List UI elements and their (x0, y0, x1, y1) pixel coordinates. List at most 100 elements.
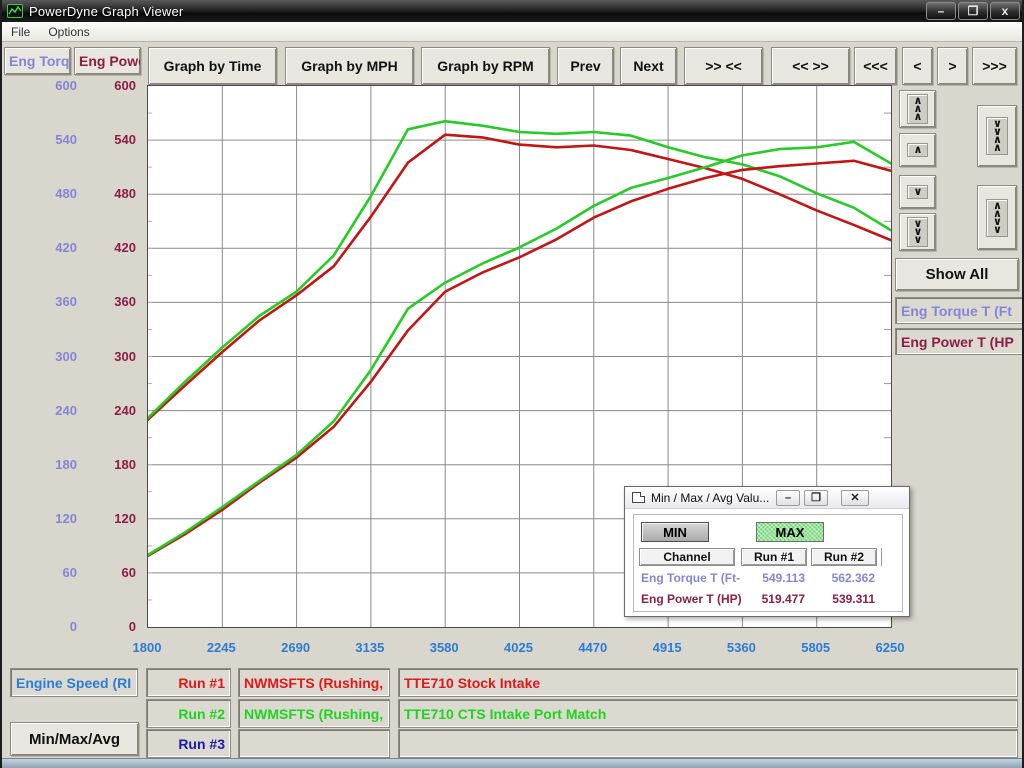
y-axis-tick-label: 540 (20, 132, 77, 148)
y-axis-tick-label: 240 (88, 403, 136, 419)
tab-eng-torque[interactable]: Eng Torq (4, 47, 71, 75)
up-chevron-icon: ∧ (907, 143, 929, 157)
y-axis-tick-label: 0 (88, 619, 136, 635)
y-scroll-up-button[interactable]: ∧ (899, 133, 936, 167)
x-axis-tick-label: 1800 (112, 640, 182, 655)
minmax-row-torque-run2: 562.362 (811, 571, 875, 585)
app-icon (7, 4, 23, 18)
y-axis-tick-label: 360 (88, 294, 136, 310)
window-bottom-edge (2, 758, 1024, 768)
run3-source-field (238, 729, 390, 758)
title-bar: PowerDyne Graph Viewer – ❐ x (2, 0, 1024, 22)
window-controls: – ❐ x (924, 2, 1020, 20)
minmax-row-power-channel: Eng Power T (HP) (641, 592, 741, 606)
y-axis-tick-label: 60 (88, 565, 136, 581)
max-button[interactable]: MAX (756, 522, 824, 542)
run3-description-field (398, 729, 1018, 758)
x-axis-tick-label: 5360 (706, 640, 776, 655)
minmax-window-title: Min / Max / Avg Valu... (651, 491, 769, 505)
y-zoom-in-button[interactable]: ∨ ∨ ∧ ∧ (977, 105, 1017, 167)
y-scroll-down-fast-button[interactable]: ∨ ∨ ∨ (899, 213, 936, 251)
x-axis-tick-label: 3135 (335, 640, 405, 655)
x-axis-tick-label: 4915 (632, 640, 702, 655)
x-axis-tick-label: 2690 (261, 640, 331, 655)
scroll-far-left-button[interactable]: <<< (854, 47, 897, 85)
run2-label: Run #2 (146, 699, 231, 728)
x-axis-ticks: 1800224526903135358040254470491553605805… (147, 640, 892, 658)
x-axis-channel-field: Engine Speed (RI (10, 668, 138, 697)
tab-eng-power[interactable]: Eng Powe (74, 47, 141, 75)
minmax-row-power-run2: 539.311 (811, 592, 875, 606)
y-zoom-out-button[interactable]: ∧ ∧ ∨ ∨ (977, 185, 1017, 250)
document-icon (632, 492, 645, 503)
min-button[interactable]: MIN (641, 522, 709, 542)
y-axis-power-ticks: 060120180240300360420480540600 (88, 85, 136, 628)
expand-chevrons-icon: ∧ ∧ ∨ ∨ (986, 199, 1008, 237)
menu-file[interactable]: File (2, 23, 39, 41)
y-axis-tick-label: 300 (88, 349, 136, 365)
y-axis-tick-label: 420 (20, 240, 77, 256)
y-scroll-down-button[interactable]: ∨ (899, 175, 936, 209)
close-icon[interactable]: x (990, 2, 1020, 20)
y-scroll-up-fast-button[interactable]: ∧ ∧ ∧ (899, 90, 936, 128)
column-header-run1: Run #1 (741, 548, 807, 566)
minmax-window: Min / Max / Avg Valu... – ❐ ✕ MIN MAX Ch… (624, 486, 910, 617)
x-axis-tick-label: 4470 (558, 640, 628, 655)
down-chevron-icon: ∨ (907, 185, 929, 199)
run1-description-field: TTE710 Stock Intake (398, 668, 1018, 697)
run2-description-field: TTE710 CTS Intake Port Match (398, 699, 1018, 728)
graph-by-mph-button[interactable]: Graph by MPH (285, 47, 414, 85)
column-header-run2: Run #2 (811, 548, 877, 566)
graph-by-rpm-button[interactable]: Graph by RPM (421, 47, 550, 85)
x-axis-tick-label: 2245 (186, 640, 256, 655)
x-axis-tick-label: 3580 (409, 640, 479, 655)
minmaxavg-button[interactable]: Min/Max/Avg (10, 722, 139, 756)
minmax-close-icon[interactable]: ✕ (841, 490, 869, 506)
app-window: PowerDyne Graph Viewer – ❐ x File Option… (0, 0, 1024, 768)
zoom-out-button[interactable]: << >> (771, 47, 850, 85)
run3-label: Run #3 (146, 729, 231, 758)
show-all-button[interactable]: Show All (895, 258, 1019, 291)
y-axis-tick-label: 480 (88, 186, 136, 202)
next-button[interactable]: Next (620, 47, 677, 85)
y-axis-torque-ticks: 060120180240300360420480540600 (20, 85, 77, 628)
scroll-left-button[interactable]: < (902, 47, 933, 85)
y-axis-tick-label: 300 (20, 349, 77, 365)
run1-source-field: NWMSFTS (Rushing, (238, 668, 390, 697)
y-axis-tick-label: 360 (20, 294, 77, 310)
y-axis-tick-label: 120 (20, 511, 77, 527)
scroll-far-right-button[interactable]: >>> (972, 47, 1017, 85)
y-axis-tick-label: 0 (20, 619, 77, 635)
minmax-row-torque-run1: 549.113 (741, 571, 805, 585)
menu-options[interactable]: Options (39, 23, 98, 41)
y-axis-tick-label: 240 (20, 403, 77, 419)
minmax-restore-icon[interactable]: ❐ (804, 490, 828, 506)
y-axis-tick-label: 600 (88, 78, 136, 94)
restore-icon[interactable]: ❐ (958, 2, 988, 20)
x-axis-tick-label: 6250 (855, 640, 925, 655)
triple-up-chevron-icon: ∧ ∧ ∧ (907, 94, 929, 124)
graph-by-time-button[interactable]: Graph by Time (148, 47, 277, 85)
x-axis-tick-label: 4025 (484, 640, 554, 655)
y-axis-tick-label: 600 (20, 78, 77, 94)
minimize-icon[interactable]: – (926, 2, 956, 20)
y-axis-tick-label: 420 (88, 240, 136, 256)
legend-eng-torque: Eng Torque T (Ft (895, 297, 1024, 324)
y-axis-tick-label: 180 (88, 457, 136, 473)
column-divider (881, 548, 882, 566)
window-title: PowerDyne Graph Viewer (29, 4, 183, 19)
run2-source-field: NWMSFTS (Rushing, (238, 699, 390, 728)
minmax-minimize-icon[interactable]: – (776, 490, 800, 506)
x-axis-tick-label: 5805 (781, 640, 851, 655)
minmax-row-torque-channel: Eng Torque T (Ft- (641, 571, 741, 585)
zoom-in-button[interactable]: >> << (684, 47, 763, 85)
y-axis-tick-label: 180 (20, 457, 77, 473)
scroll-right-button[interactable]: > (937, 47, 968, 85)
y-axis-tick-label: 60 (20, 565, 77, 581)
column-header-channel: Channel (639, 548, 735, 566)
prev-button[interactable]: Prev (557, 47, 614, 85)
y-axis-tick-label: 480 (20, 186, 77, 202)
menu-bar: File Options (2, 22, 1024, 42)
y-axis-tick-label: 540 (88, 132, 136, 148)
triple-down-chevron-icon: ∨ ∨ ∨ (907, 217, 929, 247)
